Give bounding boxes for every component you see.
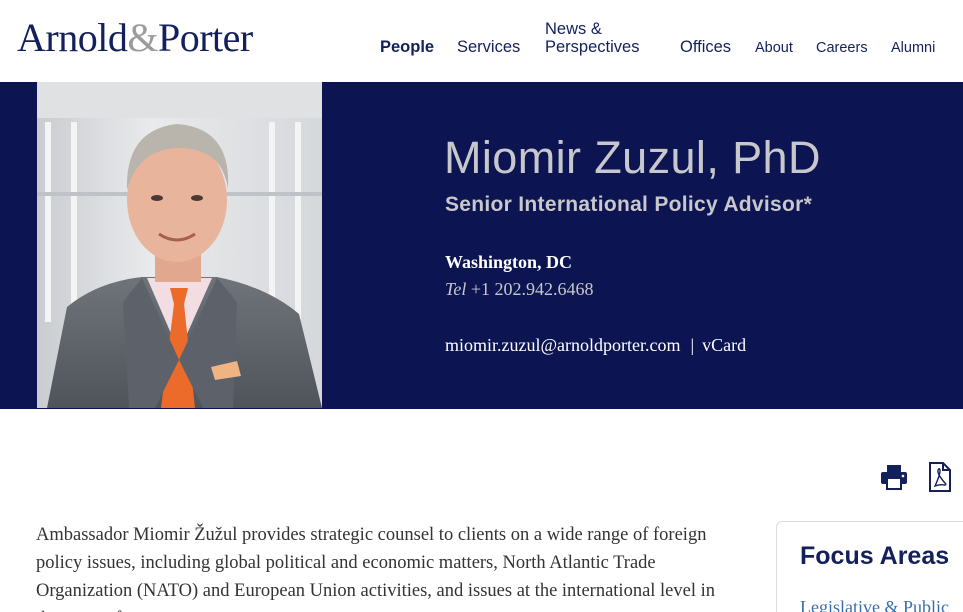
phone-line: Tel +1 202.942.6468 bbox=[445, 279, 594, 300]
nav-careers[interactable]: Careers bbox=[816, 39, 868, 57]
focus-area-link[interactable]: Legislative & Public bbox=[800, 597, 949, 612]
nav-people[interactable]: People bbox=[380, 38, 434, 56]
nav-alumni[interactable]: Alumni bbox=[891, 39, 935, 57]
contact-links: miomir.zuzul@arnoldporter.com | vCard bbox=[445, 335, 746, 356]
email-link[interactable]: miomir.zuzul@arnoldporter.com bbox=[445, 335, 681, 355]
arnold-porter-logo[interactable]: Arnold&Porter bbox=[17, 14, 253, 62]
profile-title: Senior International Policy Advisor* bbox=[445, 193, 813, 216]
logo-text-arnold: Arnold bbox=[17, 15, 128, 60]
nav-news-line2: Perspectives bbox=[545, 38, 640, 56]
profile-name: Miomir Zuzul, PhD bbox=[444, 132, 821, 183]
focus-areas-heading: Focus Areas bbox=[800, 542, 950, 570]
nav-news-line1: News & bbox=[545, 20, 602, 38]
nav-services[interactable]: Services bbox=[457, 38, 520, 56]
nav-offices[interactable]: Offices bbox=[680, 38, 731, 56]
logo-ampersand: & bbox=[127, 15, 158, 60]
logo-text-porter: Porter bbox=[157, 15, 253, 60]
phone-number[interactable]: +1 202.942.6468 bbox=[471, 279, 594, 299]
office-location[interactable]: Washington, DC bbox=[445, 252, 572, 273]
biography-text: Ambassador Miomir Žužul provides strateg… bbox=[36, 525, 716, 612]
tel-label: Tel bbox=[445, 279, 467, 299]
nav-news-perspectives[interactable]: News & Perspectives bbox=[545, 20, 639, 56]
vcard-link[interactable]: vCard bbox=[702, 335, 746, 355]
nav-about[interactable]: About bbox=[755, 39, 793, 57]
contact-separator: | bbox=[690, 335, 695, 355]
pdf-icon[interactable] bbox=[928, 462, 952, 497]
site-header: Arnold&Porter People Services News & Per… bbox=[0, 0, 963, 82]
profile-photo bbox=[37, 82, 322, 408]
printer-icon[interactable] bbox=[880, 464, 908, 495]
